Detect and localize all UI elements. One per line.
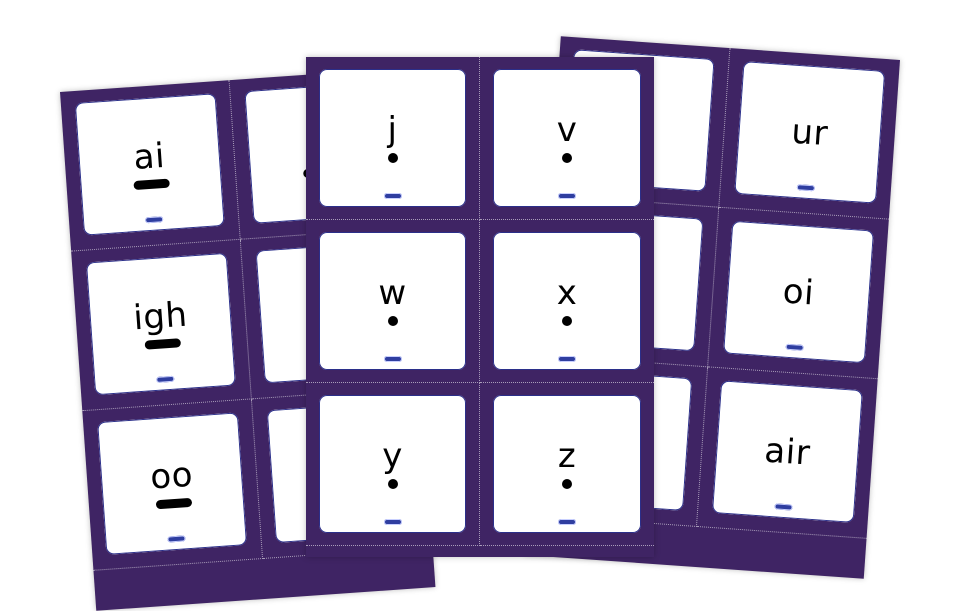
grapheme-text: j bbox=[387, 110, 398, 150]
card-cell: igh bbox=[71, 239, 252, 412]
phonics-flashcard: z bbox=[493, 395, 641, 533]
phonics-flashcard: ur bbox=[734, 61, 886, 204]
grapheme-text: w bbox=[378, 273, 407, 313]
phonics-flashcard: j bbox=[319, 69, 466, 207]
brand-logo-icon bbox=[785, 343, 804, 351]
dot-marker-icon bbox=[562, 479, 572, 489]
card-cell: oi bbox=[708, 207, 889, 380]
card-cell: ai bbox=[60, 80, 241, 252]
brand-logo-icon bbox=[144, 216, 163, 224]
card-cell: x bbox=[480, 220, 654, 383]
card-cell: ur bbox=[719, 48, 900, 220]
grapheme-text: air bbox=[763, 430, 812, 474]
bar-marker-icon bbox=[144, 338, 181, 350]
brand-logo-icon bbox=[774, 503, 793, 511]
dot-marker-icon bbox=[562, 153, 572, 163]
dot-marker-icon bbox=[387, 153, 398, 163]
dot-marker-icon bbox=[387, 479, 398, 489]
card-cell: oo bbox=[82, 399, 264, 571]
grapheme-text: x bbox=[556, 273, 578, 313]
phonics-flashcard: x bbox=[493, 232, 641, 370]
card-cell: j bbox=[306, 57, 480, 220]
brand-logo-icon bbox=[558, 356, 576, 362]
brand-logo-icon bbox=[166, 535, 186, 543]
grapheme-text: ai bbox=[132, 135, 167, 178]
brand-logo-icon bbox=[558, 193, 576, 199]
phonics-flashcard: w bbox=[319, 232, 466, 370]
brand-logo-icon bbox=[383, 519, 402, 525]
brand-logo-icon bbox=[383, 356, 402, 362]
brand-logo-icon bbox=[383, 193, 402, 199]
card-cell: v bbox=[480, 57, 654, 220]
grapheme-text: oo bbox=[148, 454, 195, 498]
phonics-flashcard: air bbox=[711, 380, 863, 523]
grapheme-text: oi bbox=[781, 270, 816, 314]
brand-logo-icon bbox=[155, 375, 174, 384]
card-cell: y bbox=[306, 383, 480, 546]
flashcard-sheet-middle: j v w x y z bbox=[306, 57, 654, 557]
grapheme-text: v bbox=[556, 110, 578, 150]
dot-marker-icon bbox=[387, 316, 398, 326]
bar-marker-icon bbox=[155, 497, 192, 510]
brand-logo-icon bbox=[796, 184, 816, 192]
grapheme-text: ur bbox=[790, 111, 830, 154]
phonics-flashcard: oo bbox=[97, 412, 248, 555]
card-cell: z bbox=[480, 383, 654, 546]
phonics-flashcard: ai bbox=[74, 93, 225, 236]
phonics-flashcard: v bbox=[493, 69, 641, 207]
grapheme-text: z bbox=[557, 436, 577, 476]
phonics-flashcard: y bbox=[319, 395, 466, 533]
grapheme-text: igh bbox=[132, 294, 189, 339]
phonics-flashcard: oi bbox=[723, 220, 875, 364]
card-cell: air bbox=[696, 367, 878, 539]
brand-logo-icon bbox=[558, 519, 576, 525]
card-cell: w bbox=[306, 220, 480, 383]
bar-marker-icon bbox=[132, 178, 170, 191]
phonics-flashcard: igh bbox=[85, 252, 236, 396]
dot-marker-icon bbox=[562, 316, 572, 326]
card-grid: j v w x y z bbox=[306, 57, 654, 557]
grapheme-text: y bbox=[382, 436, 403, 476]
